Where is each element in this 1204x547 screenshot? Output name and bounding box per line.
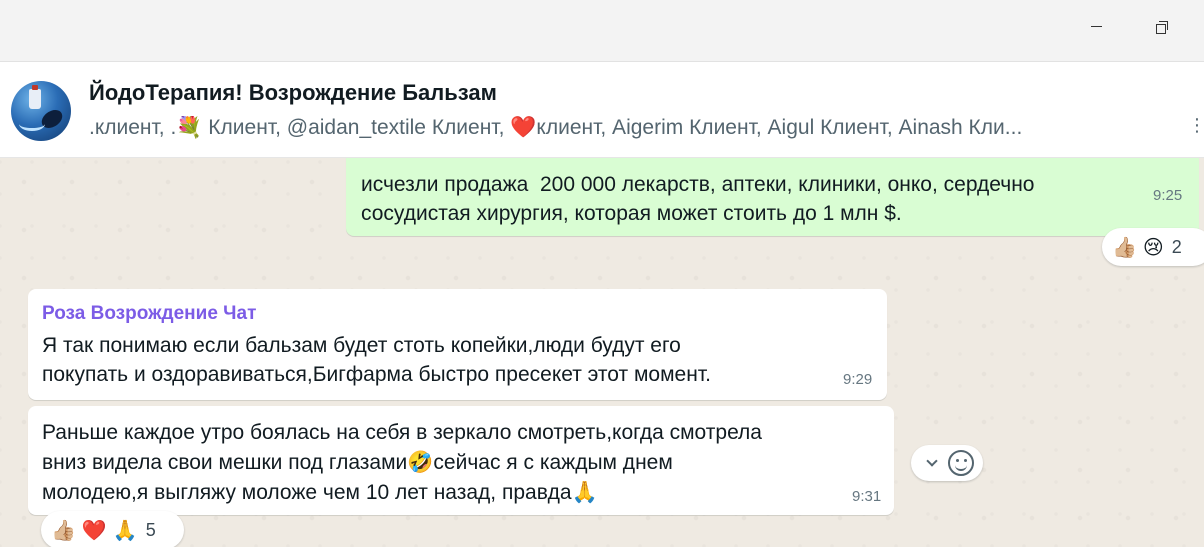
chat-messages-area: исчезли продажа 200 000 лекарств, аптеки… [0,158,1204,547]
message-text: Я так понимаю если бальзам будет стоть к… [42,334,711,386]
more-icon[interactable]: ⋮ [1188,114,1204,136]
group-avatar[interactable] [11,81,71,141]
window-titlebar [0,0,1204,62]
avatar-bottle-graphic [29,85,41,109]
chevron-down-icon [926,455,938,467]
message-menu-button[interactable] [921,452,943,474]
message-time: 9:25 [1153,187,1183,204]
message-reactions[interactable]: 👍🏼 ❤️ 🙏 5 [41,511,184,547]
heart-reaction: ❤️ [81,518,107,542]
message-reactions[interactable]: 👍🏼 😢 2 [1102,228,1204,266]
outgoing-message[interactable]: исчезли продажа 200 000 лекарств, аптеки… [346,158,1199,236]
praying-hands-reaction: 🙏 [112,518,138,542]
chat-title: ЙодоТерапия! Возрождение Бальзам [89,80,497,105]
message-time: 9:29 [843,371,873,388]
message-time: 9:31 [852,488,882,505]
restore-button[interactable] [1147,12,1175,40]
chat-header[interactable]: ЙодоТерапия! Возрождение Бальзам .клиент… [0,62,1204,158]
thumbs-up-reaction: 👍🏼 [1112,235,1137,259]
incoming-message[interactable]: Роза Возрождение Чат Я так понимаю если … [28,289,887,400]
minimize-button[interactable] [1082,12,1110,40]
message-text: исчезли продажа 200 000 лекарств, аптеки… [361,173,1035,225]
message-actions [911,445,983,481]
incoming-message[interactable]: Раньше каждое утро боялась на себя в зер… [28,406,894,515]
message-text: Раньше каждое утро боялась на себя в зер… [42,421,762,504]
crying-face-reaction: 😢 [1142,235,1164,259]
restore-icon [1155,20,1168,34]
message-sender[interactable]: Роза Возрождение Чат [42,303,256,325]
reaction-count: 2 [1171,236,1182,257]
avatar-swirl-graphic [19,117,45,131]
reaction-count: 5 [145,519,156,540]
thumbs-up-reaction: 👍🏼 [51,518,76,542]
minimize-icon [1090,25,1102,27]
emoji-icon[interactable] [948,450,974,476]
chat-members-list: .клиент, .💐 Клиент, @aidan_textile Клиен… [89,116,1023,139]
